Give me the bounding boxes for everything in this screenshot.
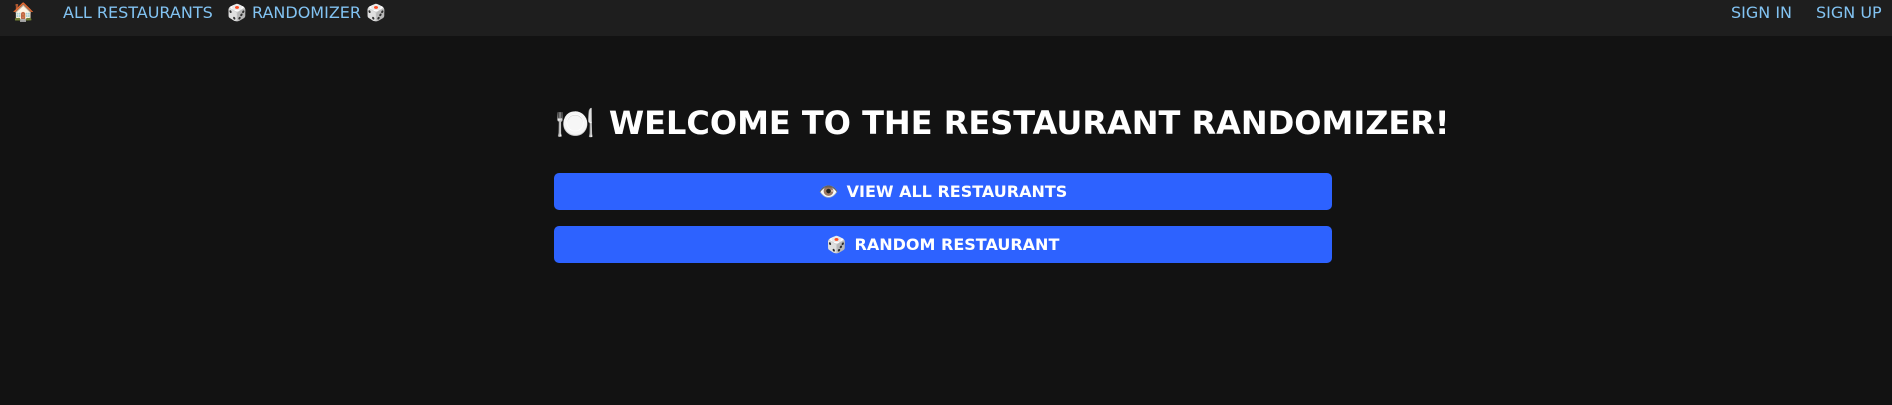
home-icon[interactable]: 🏠 (12, 0, 34, 26)
random-restaurant-button[interactable]: 🎲 RANDOM RESTAURANT (554, 226, 1332, 263)
plate-icon: 🍽️ (555, 104, 595, 142)
eye-icon: 👁️ (818, 182, 839, 201)
page-title: 🍽️ WELCOME TO THE RESTAURANT RANDOMIZER! (555, 100, 1450, 146)
nav-randomizer-link[interactable]: 🎲 RANDOMIZER 🎲 (227, 0, 386, 26)
sign-up-link[interactable]: SIGN UP (1816, 0, 1882, 26)
view-all-restaurants-button[interactable]: 👁️ VIEW ALL RESTAURANTS (554, 173, 1332, 210)
page-title-text: WELCOME TO THE RESTAURANT RANDOMIZER! (608, 104, 1450, 142)
sign-in-link[interactable]: SIGN IN (1731, 0, 1792, 26)
random-restaurant-label: RANDOM RESTAURANT (854, 235, 1060, 254)
view-all-restaurants-label: VIEW ALL RESTAURANTS (846, 182, 1068, 201)
navbar: 🏠 ALL RESTAURANTS 🎲 RANDOMIZER 🎲 SIGN IN… (0, 0, 1892, 36)
dice-icon: 🎲 (826, 235, 847, 254)
nav-all-restaurants-link[interactable]: ALL RESTAURANTS (63, 0, 213, 26)
